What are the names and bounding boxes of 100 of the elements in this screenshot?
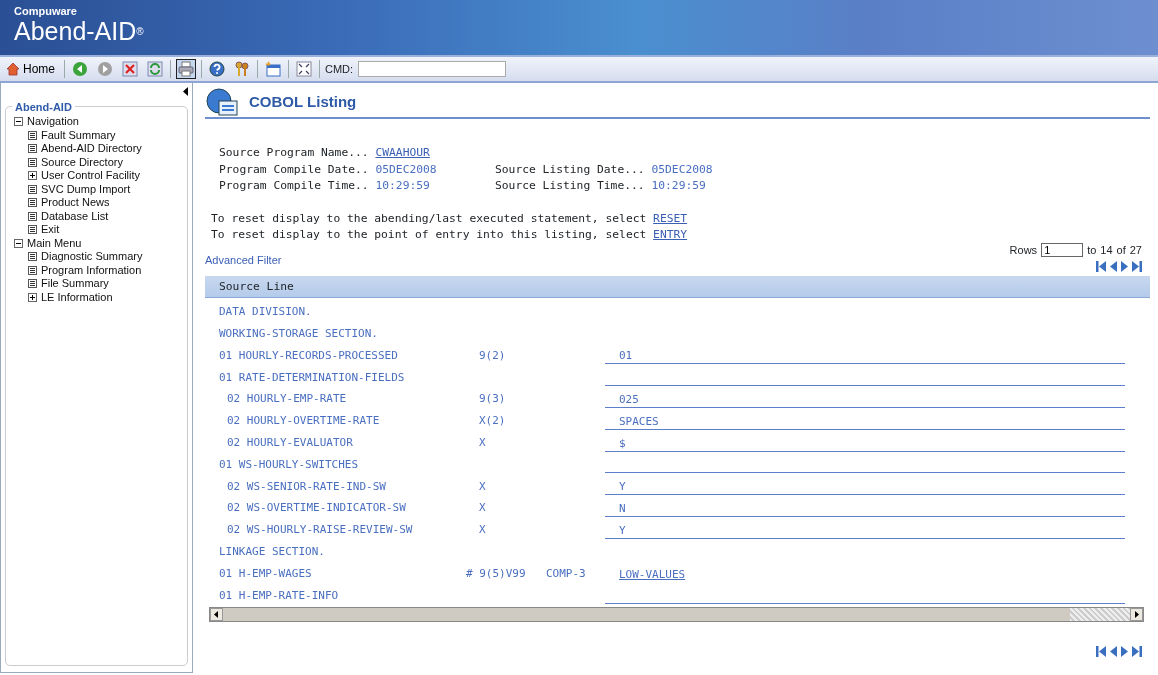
source-line: 02 WS-HOURLY-RAISE-REVIEW-SW — [227, 522, 414, 539]
source-line: 02 HOURLY-EMP-RATE — [227, 391, 348, 408]
source-line: 01 RATE-DETERMINATION-FIELDS — [219, 369, 406, 386]
tree-item[interactable]: User Control Facility — [41, 169, 141, 183]
page-icon — [28, 144, 37, 154]
home-button[interactable]: Home — [6, 60, 59, 78]
keys-icon — [234, 61, 250, 77]
info-label: Source Listing Date... — [495, 161, 646, 178]
picture-clause: # 9(5)V99 — [466, 565, 527, 582]
previous-page-icon[interactable] — [1110, 261, 1117, 272]
tree-item[interactable]: Database List — [41, 209, 109, 223]
first-page-icon[interactable] — [1096, 261, 1106, 272]
toolbar-button[interactable] — [207, 59, 227, 79]
page-icon — [28, 225, 37, 235]
expand-icon[interactable] — [28, 292, 37, 302]
toolbar-button[interactable] — [176, 59, 196, 79]
column-header: Source Line — [205, 276, 1150, 298]
source-line: WORKING-STORAGE SECTION. — [219, 326, 379, 343]
first-page-icon[interactable] — [1096, 646, 1106, 658]
scroll-thumb[interactable] — [223, 608, 1070, 622]
rows-field[interactable]: 1 — [1041, 242, 1084, 257]
source-line: 02 WS-OVERTIME-INDICATOR-SW — [227, 500, 407, 517]
source-line: 01 H-EMP-WAGES — [219, 565, 313, 582]
info-label: Program Compile Date.. — [219, 161, 370, 178]
value-field[interactable]: SPACES — [605, 413, 1125, 430]
collapse-icon[interactable] — [14, 238, 23, 248]
page-icon — [28, 157, 37, 167]
scroll-right-icon[interactable] — [1130, 608, 1143, 622]
rows-to: 14 — [1100, 242, 1113, 258]
value-field[interactable]: Y — [605, 479, 1125, 496]
advanced-filter-link[interactable]: Advanced Filter — [205, 251, 282, 268]
expand-icon[interactable] — [28, 171, 37, 181]
source-line: DATA DIVISION. — [219, 304, 313, 321]
back-icon — [72, 61, 88, 77]
usage-clause: COMP-3 — [546, 565, 587, 582]
home-icon — [6, 62, 20, 76]
fullscreen-icon — [296, 61, 312, 77]
source-line: 02 WS-SENIOR-RATE-IND-SW — [227, 478, 387, 495]
tree-item[interactable]: Program Information — [41, 263, 142, 277]
info-label: Source Program Name... — [219, 145, 370, 161]
page-icon — [28, 130, 37, 140]
vendor-name: Compuware — [14, 5, 78, 17]
toolbar-button[interactable] — [294, 59, 314, 79]
help-icon — [209, 61, 225, 77]
value-field[interactable]: Y — [605, 522, 1125, 539]
previous-page-icon[interactable] — [1110, 646, 1117, 658]
product-logo: Abend-AID$^{®}$ — [14, 17, 145, 45]
instruction-text: To reset display to the point of entry into this listing, select — [211, 227, 648, 243]
page-icon — [28, 279, 37, 289]
info-value: 05DEC2008 — [375, 161, 437, 178]
info-value: 10:29:59 — [375, 178, 430, 194]
page-icon — [28, 184, 37, 194]
tree-item[interactable]: Fault Summary — [41, 128, 116, 142]
new-window-icon — [265, 61, 281, 77]
program-link[interactable]: CWAAHOUR — [375, 145, 430, 162]
reset-link[interactable]: RESET — [653, 210, 688, 227]
printer-icon — [178, 61, 194, 77]
value-field[interactable]: $ — [605, 435, 1125, 452]
value-field[interactable]: N — [605, 500, 1125, 517]
value-field[interactable]: 025 — [605, 392, 1125, 408]
tree-item[interactable]: Abend-AID Directory — [41, 142, 142, 156]
tree-item[interactable]: File Summary — [41, 277, 109, 291]
rows-label: Rows — [1009, 242, 1038, 258]
source-line: 02 HOURLY-EVALUATOR — [227, 435, 354, 452]
page-title: COBOL Listing — [249, 91, 357, 112]
horizontal-scrollbar[interactable] — [209, 607, 1144, 623]
picture-clause: 9(2) — [479, 347, 507, 364]
next-page-icon[interactable] — [1121, 646, 1128, 658]
last-page-icon[interactable] — [1132, 646, 1142, 658]
listing-icon — [205, 87, 239, 117]
tree-item[interactable]: Exit — [41, 223, 60, 237]
picture-clause: X — [479, 435, 487, 452]
reset-link[interactable]: ENTRY — [653, 227, 688, 244]
refresh-icon — [147, 61, 163, 77]
picture-clause: X(2) — [479, 413, 507, 430]
command-field[interactable] — [358, 61, 507, 77]
collapse-icon[interactable] — [14, 117, 23, 127]
tree-item[interactable]: SVC Dump Import — [41, 182, 131, 196]
value-link[interactable]: LOW-VALUES — [619, 568, 686, 582]
scroll-left-icon[interactable] — [210, 608, 223, 622]
instruction-text: To reset display to the abending/last executed statement, select — [211, 210, 648, 227]
page-icon — [28, 265, 37, 275]
page-icon — [28, 198, 37, 208]
tree-item[interactable]: Main Menu — [27, 236, 82, 250]
tree-item[interactable]: LE Information — [41, 290, 113, 304]
cmd-label: CMD: — [325, 61, 354, 77]
collapse-icon[interactable] — [183, 87, 188, 96]
info-label: Program Compile Time.. — [219, 178, 370, 194]
source-line: LINKAGE SECTION. — [219, 544, 326, 561]
forward-icon — [97, 61, 113, 77]
stop-icon — [122, 61, 138, 77]
rows-total: 27 — [1129, 242, 1142, 258]
tree-item[interactable]: Diagnostic Summary — [41, 250, 143, 264]
tree-item[interactable]: Source Directory — [41, 155, 123, 169]
last-page-icon[interactable] — [1132, 261, 1142, 272]
tree-item[interactable]: Navigation — [27, 115, 79, 129]
source-line: 01 HOURLY-RECORDS-PROCESSED — [219, 347, 399, 364]
value-field[interactable]: 01 — [605, 348, 1125, 365]
next-page-icon[interactable] — [1121, 261, 1128, 272]
tree-item[interactable]: Product News — [41, 196, 110, 210]
